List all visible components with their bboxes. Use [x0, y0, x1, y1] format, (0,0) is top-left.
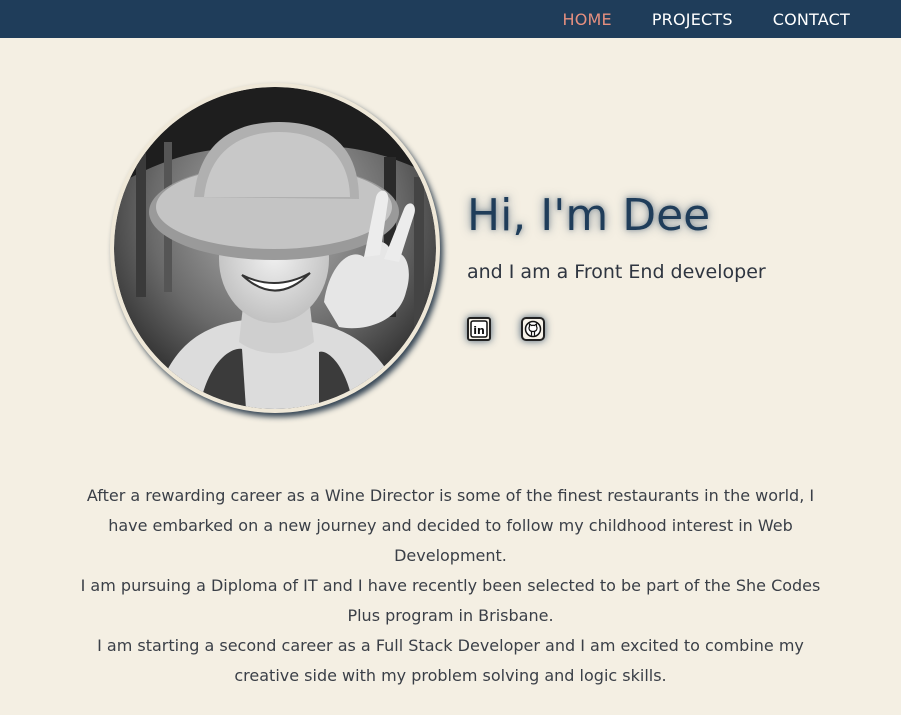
about-paragraph-3: I am starting a second career as a Full …	[97, 636, 804, 685]
about-section: After a rewarding career as a Wine Direc…	[80, 481, 821, 691]
nav-projects-link[interactable]: PROJECTS	[652, 10, 733, 29]
nav-home-link[interactable]: HOME	[562, 10, 611, 29]
hero-text: Hi, I'm Dee and I am a Front End develop…	[467, 186, 766, 283]
profile-photo	[114, 87, 436, 409]
nav-links: HOME PROJECTS CONTACT	[562, 0, 850, 38]
about-paragraph-1: After a rewarding career as a Wine Direc…	[86, 486, 815, 565]
hero-subtitle: and I am a Front End developer	[467, 261, 766, 283]
linkedin-icon: in	[470, 320, 488, 338]
github-icon	[524, 320, 542, 338]
hero-title: Hi, I'm Dee	[467, 190, 711, 241]
github-link[interactable]	[521, 317, 545, 341]
top-navbar: HOME PROJECTS CONTACT	[0, 0, 901, 38]
nav-contact-link[interactable]: CONTACT	[773, 10, 850, 29]
social-links: in	[467, 317, 545, 341]
svg-text:in: in	[473, 324, 485, 337]
linkedin-link[interactable]: in	[467, 317, 491, 341]
profile-avatar	[110, 83, 440, 413]
about-paragraph-2: I am pursuing a Diploma of IT and I have…	[80, 576, 821, 625]
